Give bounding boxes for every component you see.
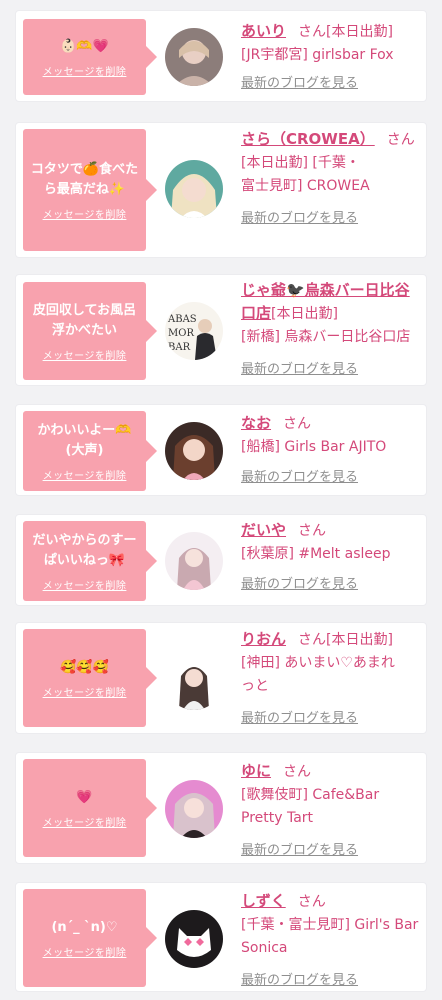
status-badge: [本日出勤] xyxy=(326,24,393,40)
message-card: 皮回収してお風呂浮かべたい メッセージを削除 ABAS MOR BAR じゃ爺🐦‍⬛… xyxy=(15,274,427,386)
cast-name-link[interactable]: さら（CROWEA） xyxy=(241,130,375,148)
honorific: さん xyxy=(283,764,312,780)
honorific: さん xyxy=(297,894,326,910)
message-text: (n´_ ˋn)♡ xyxy=(51,919,118,935)
shop-name: [千葉・富士見町] Girl's Bar Sonica xyxy=(241,917,419,956)
shop-name: [秋葉原] #Melt asleep xyxy=(241,546,391,562)
message-text: コタツで🍊食べたら最高だね✨ xyxy=(30,161,139,197)
shop-name: [新橋] 烏森バー日比谷口店 xyxy=(241,329,411,345)
cast-name-link[interactable]: なお xyxy=(241,414,271,432)
status-badge: [本日出勤] xyxy=(271,306,338,322)
latest-blog-link[interactable]: 最新のブログを見る xyxy=(241,358,423,377)
cast-info: しずく さん [千葉・富士見町] Girl's Bar Sonica 最新のブログ… xyxy=(241,890,423,988)
shop-name: [JR宇都宮] girlsbar Fox xyxy=(241,47,394,63)
avatar[interactable] xyxy=(165,422,223,480)
message-bubble: かわいいよー🫶 (大声) メッセージを削除 xyxy=(23,411,157,491)
cast-info: なお さん [船橋] Girls Bar AJITO 最新のブログを見る xyxy=(241,412,423,485)
latest-blog-link[interactable]: 最新のブログを見る xyxy=(241,969,423,988)
latest-blog-link[interactable]: 最新のブログを見る xyxy=(241,207,423,226)
cast-name-link[interactable]: しずく xyxy=(241,892,286,910)
message-bubble: コタツで🍊食べたら最高だね✨ メッセージを削除 xyxy=(23,129,157,251)
avatar[interactable] xyxy=(165,910,223,968)
message-bubble: 皮回収してお風呂浮かべたい メッセージを削除 xyxy=(23,282,157,380)
cast-name-link[interactable]: りおん xyxy=(241,630,286,648)
cast-info: りおん さん[本日出勤] [神田] あいまい♡あまれっと 最新のブログを見る xyxy=(241,628,423,726)
svg-text:ABAS: ABAS xyxy=(167,314,197,325)
delete-message-link[interactable]: メッセージを削除 xyxy=(43,814,127,829)
cast-name-link[interactable]: あいり xyxy=(241,22,286,40)
delete-message-link[interactable]: メッセージを削除 xyxy=(43,347,127,362)
avatar[interactable] xyxy=(165,28,223,86)
cast-info: ゆに さん [歌舞伎町] Cafe&Bar Pretty Tart 最新のブログを… xyxy=(241,760,423,858)
cast-name-link[interactable]: だいや xyxy=(241,521,286,539)
message-card: (n´_ ˋn)♡ メッセージを削除 しずく さん [千葉・富士見町] Girl'… xyxy=(15,882,427,992)
delete-message-link[interactable]: メッセージを削除 xyxy=(43,684,127,699)
message-card: 🥰🥰🥰 メッセージを削除 りおん さん[本日出勤] [神田] あいまい♡あまれっと… xyxy=(15,622,427,734)
honorific: さん xyxy=(386,132,415,148)
message-text: 皮回収してお風呂浮かべたい xyxy=(32,302,137,338)
shop-name: [歌舞伎町] Cafe&Bar Pretty Tart xyxy=(241,787,380,826)
cast-info: だいや さん [秋葉原] #Melt asleep 最新のブログを見る xyxy=(241,519,423,592)
avatar[interactable]: ABAS MOR BAR xyxy=(165,302,223,360)
honorific: さん xyxy=(298,24,327,40)
message-card: かわいいよー🫶 (大声) メッセージを削除 なお さん [船橋] Girls Ba… xyxy=(15,404,427,496)
svg-text:BAR: BAR xyxy=(168,342,191,353)
message-text: だいやからのすーぱいいねっ🎀 xyxy=(32,532,137,568)
avatar[interactable] xyxy=(165,780,223,838)
avatar[interactable] xyxy=(165,652,223,710)
delete-message-link[interactable]: メッセージを削除 xyxy=(43,577,127,592)
message-bubble: だいやからのすーぱいいねっ🎀 メッセージを削除 xyxy=(23,521,157,601)
shop-name: [神田] あいまい♡あまれっと xyxy=(241,655,395,694)
message-bubble: (n´_ ˋn)♡ メッセージを削除 xyxy=(23,889,157,987)
latest-blog-link[interactable]: 最新のブログを見る xyxy=(241,72,423,91)
honorific: さん xyxy=(298,632,327,648)
message-text: かわいいよー🫶 (大声) xyxy=(37,422,132,458)
message-card: 👶🏻🫶💗 メッセージを削除 あいり さん[本日出勤] [JR宇都宮] girlsb… xyxy=(15,10,427,102)
honorific: さん xyxy=(298,523,327,539)
message-bubble: 👶🏻🫶💗 メッセージを削除 xyxy=(23,19,157,95)
cast-info: さら（CROWEA） さん [本日出勤] [千葉・富士見町] CROWEA 最新の… xyxy=(241,128,423,226)
delete-message-link[interactable]: メッセージを削除 xyxy=(43,206,127,221)
message-card: 💗 メッセージを削除 ゆに さん [歌舞伎町] Cafe&Bar Pretty T… xyxy=(15,752,427,864)
message-bubble: 💗 メッセージを削除 xyxy=(23,759,157,857)
avatar[interactable] xyxy=(165,160,223,218)
shop-name: [本日出勤] [千葉・富士見町] CROWEA xyxy=(241,155,370,194)
avatar[interactable] xyxy=(165,532,223,590)
message-text: 🥰🥰🥰 xyxy=(60,659,109,675)
message-card: だいやからのすーぱいいねっ🎀 メッセージを削除 だいや さん [秋葉原] #Mel… xyxy=(15,514,427,606)
latest-blog-link[interactable]: 最新のブログを見る xyxy=(241,707,423,726)
status-badge: [本日出勤] xyxy=(326,632,393,648)
latest-blog-link[interactable]: 最新のブログを見る xyxy=(241,466,423,485)
delete-message-link[interactable]: メッセージを削除 xyxy=(43,467,127,482)
latest-blog-link[interactable]: 最新のブログを見る xyxy=(241,839,423,858)
cast-name-link[interactable]: ゆに xyxy=(241,762,271,780)
delete-message-link[interactable]: メッセージを削除 xyxy=(43,63,127,78)
cast-info: じゃ爺🐦‍⬛烏森バー日比谷口店[本日出勤] [新橋] 烏森バー日比谷口店 最新の… xyxy=(241,279,423,377)
delete-message-link[interactable]: メッセージを削除 xyxy=(43,944,127,959)
honorific: さん xyxy=(283,416,312,432)
shop-name: [船橋] Girls Bar AJITO xyxy=(241,439,387,455)
message-bubble: 🥰🥰🥰 メッセージを削除 xyxy=(23,629,157,727)
message-card: コタツで🍊食べたら最高だね✨ メッセージを削除 さら（CROWEA） さん [本日… xyxy=(15,122,427,258)
latest-blog-link[interactable]: 最新のブログを見る xyxy=(241,573,423,592)
svg-text:MOR: MOR xyxy=(168,328,194,339)
message-text: 💗 xyxy=(76,789,93,805)
cast-info: あいり さん[本日出勤] [JR宇都宮] girlsbar Fox 最新のブログを… xyxy=(241,20,423,91)
message-text: 👶🏻🫶💗 xyxy=(60,38,109,54)
